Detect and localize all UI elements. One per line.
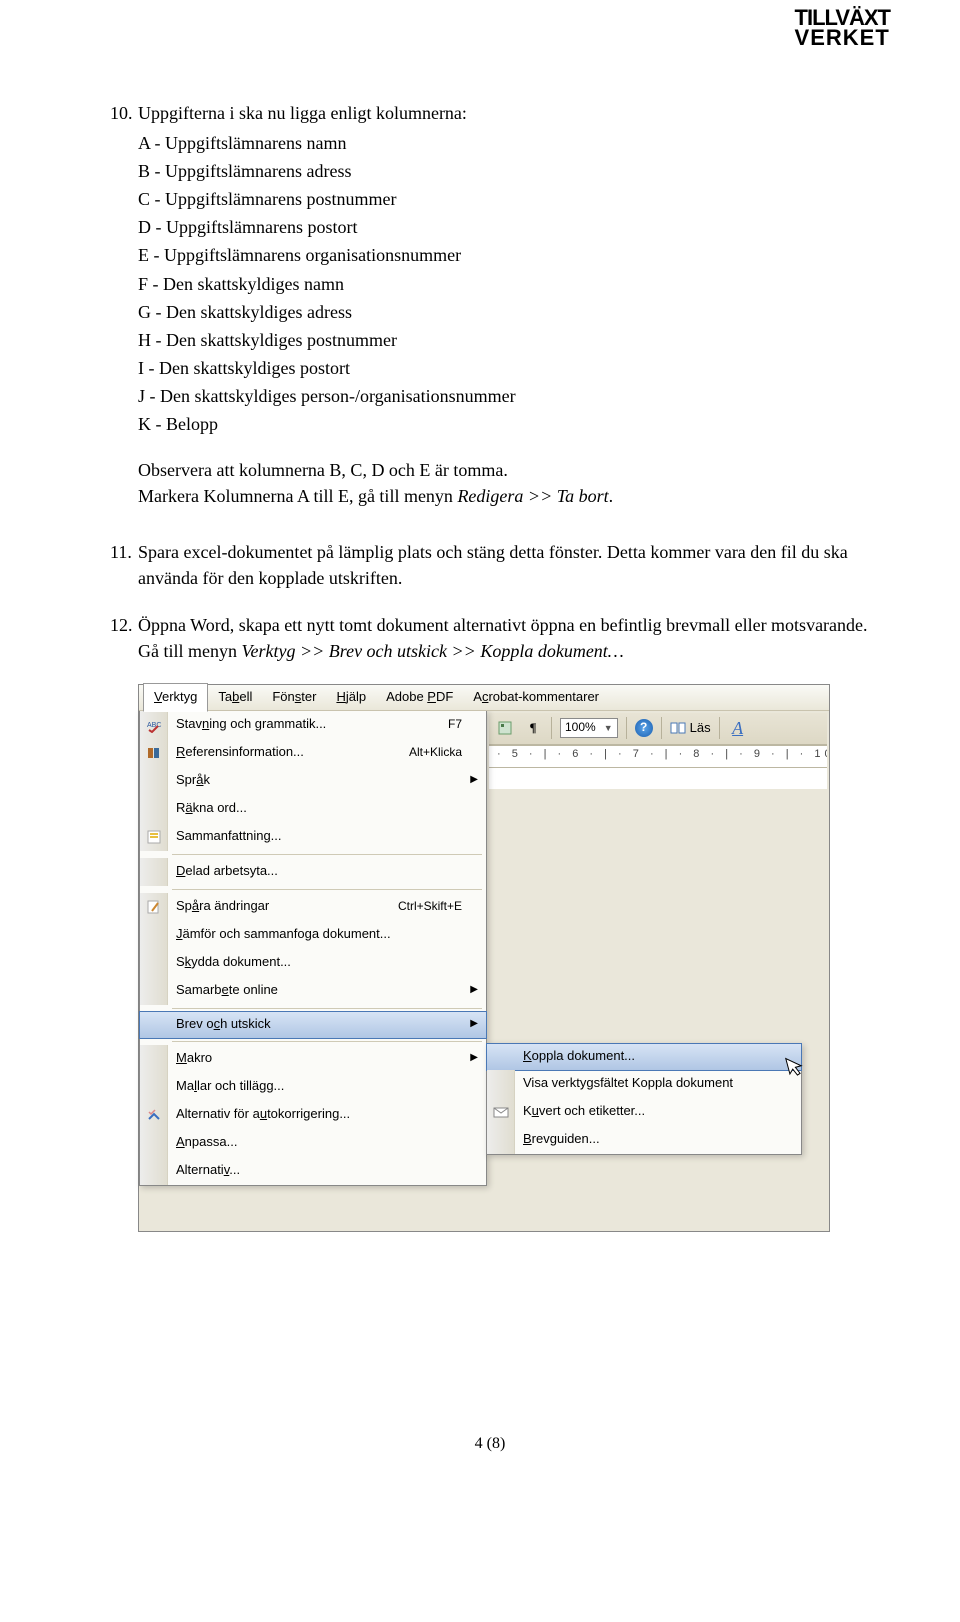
list-item-10: 10. Uppgifterna i ska nu ligga enligt ko… <box>110 100 870 437</box>
chevron-right-icon: ▶ <box>470 1017 478 1032</box>
menu-item-sprak[interactable]: Språk ▶ <box>140 767 486 795</box>
word-screenshot: Verktyg Tabell Fönster Hjälp Adobe PDF A… <box>138 684 830 1232</box>
item12-text2: Gå till menyn Verktyg >> Brev och utskic… <box>138 641 624 661</box>
page-footer: 4 (8) <box>110 1432 870 1455</box>
menu-hjalp[interactable]: Hjälp <box>326 684 376 711</box>
logo-line2: VERKET <box>795 28 890 48</box>
menu-item-makro[interactable]: Makro ▶ <box>140 1045 486 1073</box>
column-list: A - Uppgiftslämnarens namn B - Uppgiftsl… <box>138 130 870 437</box>
item11-text: Spara excel-dokumentet på lämplig plats … <box>138 542 848 588</box>
read-button[interactable]: Läs <box>670 719 711 738</box>
item-number: 10. <box>110 100 133 126</box>
svg-text:ABC: ABC <box>147 722 161 729</box>
menu-item-brev-utskick[interactable]: Brev och utskick ▶ <box>139 1011 487 1039</box>
verktyg-dropdown: ABC Stavning och grammatik... F7 Referen… <box>139 710 487 1186</box>
menu-item-mallar[interactable]: Mallar och tillägg... <box>140 1073 486 1101</box>
menu-item-autokorr[interactable]: Alternativ för autokorrigering... <box>140 1101 486 1129</box>
menu-item-sammanfattning[interactable]: Sammanfattning... <box>140 823 486 851</box>
menu-item-stavning[interactable]: ABC Stavning och grammatik... F7 <box>140 711 486 739</box>
chevron-right-icon: ▶ <box>470 1051 478 1066</box>
ruler-area: · 5 · | · 6 · | · 7 · | · 8 · | · 9 · | … <box>489 745 827 789</box>
submenu-brevguiden[interactable]: Brevguiden... <box>487 1126 801 1154</box>
menu-item-jamfor[interactable]: Jämför och sammanfoga dokument... <box>140 921 486 949</box>
menu-item-alternativ[interactable]: Alternativ... <box>140 1157 486 1185</box>
chevron-down-icon: ▼ <box>604 722 613 735</box>
submenu-kuvert[interactable]: Kuvert och etiketter... <box>487 1098 801 1126</box>
list-item-12: 12. Öppna Word, skapa ett nytt tomt doku… <box>110 612 870 664</box>
spellcheck-icon: ABC <box>146 717 162 733</box>
menu-item-anpassa[interactable]: Anpassa... <box>140 1129 486 1157</box>
menu-acrobat[interactable]: Acrobat-kommentarer <box>463 684 609 711</box>
ruler: · 5 · | · 6 · | · 7 · | · 8 · | · 9 · | … <box>489 746 827 768</box>
menu-verktyg[interactable]: Verktyg <box>143 683 208 712</box>
envelope-icon <box>493 1104 509 1120</box>
ruler-ticks: · 5 · | · 6 · | · 7 · | · 8 · | · 9 · | … <box>493 747 827 765</box>
zoom-value: 100% <box>565 719 596 736</box>
obs-line2: Markera Kolumnerna A till E, gå till men… <box>138 483 870 509</box>
autocorrect-icon <box>146 1107 162 1123</box>
submenu-visa[interactable]: Visa verktygsfältet Koppla dokument <box>487 1070 801 1098</box>
menu-item-skydda[interactable]: Skydda dokument... <box>140 949 486 977</box>
item-number: 11. <box>110 539 132 565</box>
menu-item-samarbete[interactable]: Samarbete online ▶ <box>140 977 486 1005</box>
list-item-11: 11. Spara excel-dokumentet på lämplig pl… <box>110 539 870 591</box>
summary-icon <box>146 829 162 845</box>
menu-tabell[interactable]: Tabell <box>208 684 262 711</box>
logo: TILLVÄXT VERKET <box>795 8 890 48</box>
menu-adobe[interactable]: Adobe PDF <box>376 684 463 711</box>
submenu-koppla[interactable]: Koppla dokument... <box>486 1043 802 1071</box>
item10-intro: Uppgifterna i ska nu ligga enligt kolumn… <box>138 103 467 123</box>
toolbar: ¶ 100% ▼ ? Läs A <box>489 713 827 745</box>
paragraph-icon[interactable]: ¶ <box>523 718 543 738</box>
menu-item-spara-andringar[interactable]: Spåra ändringar Ctrl+Skift+E <box>140 893 486 921</box>
obs-line1: Observera att kolumnerna B, C, D och E ä… <box>138 457 870 483</box>
menu-item-rakna[interactable]: Räkna ord... <box>140 795 486 823</box>
toolbar-tail-icon[interactable]: A <box>728 718 748 738</box>
menu-item-referens[interactable]: Referensinformation... Alt+Klicka <box>140 739 486 767</box>
brev-utskick-submenu: Koppla dokument... Visa verktygsfältet K… <box>486 1043 802 1155</box>
observation-block: Observera att kolumnerna B, C, D och E ä… <box>138 457 870 509</box>
menu-item-delad[interactable]: Delad arbetsyta... <box>140 858 486 886</box>
toolbar-icon[interactable] <box>495 718 515 738</box>
track-changes-icon <box>146 899 162 915</box>
help-icon[interactable]: ? <box>635 719 653 737</box>
chevron-right-icon: ▶ <box>470 773 478 788</box>
reference-icon <box>146 745 162 761</box>
chevron-right-icon: ▶ <box>470 983 478 998</box>
item12-text1: Öppna Word, skapa ett nytt tomt dokument… <box>138 615 868 635</box>
zoom-field[interactable]: 100% ▼ <box>560 718 618 738</box>
item-number: 12. <box>110 612 133 638</box>
menubar: Verktyg Tabell Fönster Hjälp Adobe PDF A… <box>139 685 829 711</box>
menu-fonster[interactable]: Fönster <box>262 684 326 711</box>
